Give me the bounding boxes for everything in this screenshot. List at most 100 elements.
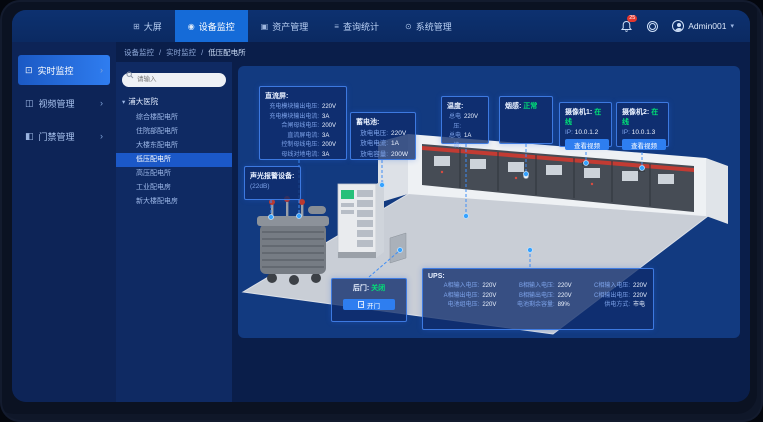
username: Admin001 [688,21,726,31]
panel-title: 后门: 关闭 [337,283,401,293]
breadcrumb-item[interactable]: 实时监控 [166,47,196,58]
sidebar-item-label: 实时监控 [38,64,74,77]
panel-title: 摄像机2: 在线 [622,107,663,127]
dc-cabinet [338,180,384,258]
breadcrumb: 设备监控 / 实时监控 / 低压配电所 [116,42,750,62]
metric-row: 母线对地电流:3A [265,151,341,161]
nav-item-device-monitor[interactable]: ◉ 设备监控 [175,10,248,42]
sidebar-item-label: 视频管理 [39,97,75,110]
panel-back-door: 后门: 关闭 开门 [331,278,407,322]
door-open-icon [358,301,364,308]
tree-item-station[interactable]: 住院部配电所 [122,125,226,139]
metric-row: 电池剩余容量:89% [503,301,572,311]
tree-collapse-icon: ▾ [122,99,125,106]
ip-row: IP: 10.0.1.3 [622,129,663,136]
panel-title: 直流屏: [265,91,341,101]
nav-label: 设备监控 [199,20,235,33]
bigscreen-icon: ⊞ [133,22,140,31]
nav-label: 资产管理 [272,20,308,33]
notification-bell-icon[interactable]: 25 [620,20,633,33]
left-sidebar: ⊡ 实时监控 › ◫ 视频管理 › ◧ 门禁管理 › [12,42,116,402]
device-frame: ⊞ 大屏 ◉ 设备监控 ▣ 资产管理 ≡ 查询统计 ⊙ 系统管理 25 [0,0,763,422]
user-avatar [672,20,684,32]
metric-row: 放电容量:200W [356,150,410,160]
status-badge: 关闭 [371,285,385,292]
open-door-button[interactable]: 开门 [343,299,395,310]
status-badge: 正常 [523,103,537,110]
panel-title: 摄像机1: 在线 [565,107,606,127]
panel-camera-1: 摄像机1: 在线 IP: 10.0.1.2 查看视频 [559,102,612,147]
panel-title: 声光报警设备: [250,171,295,181]
tree-item-station-selected[interactable]: 低压配电所 [116,153,232,167]
metric-row: 直流屏电流:3A [265,132,341,142]
topnav-right: 25 Admin001 ▾ [620,10,750,42]
metric-row: 总电压:220V [447,113,483,132]
metric-row: 供电方式:市电 [579,301,648,311]
panel-sound-light-alarm: 声光报警设备: (22dB) [244,166,301,200]
breadcrumb-item[interactable]: 设备监控 [124,47,154,58]
metric-row: B相输出电压:220V [503,292,572,302]
panel-camera-2: 摄像机2: 在线 IP: 10.0.1.3 查看视频 [616,102,669,147]
metric-row: A相输入电压:220V [428,282,497,292]
station-tree-panel: ▾浦大医院 综合楼配电所 住院部配电所 大楼东配电所 低压配电所 高压配电所 工… [116,62,232,402]
metric-row: 总电流:1A [447,132,483,151]
system-icon: ⊙ [405,22,412,31]
realtime-monitor-icon: ⊡ [25,65,33,76]
metric-row: 合闸母线电压:200V [265,122,341,132]
ups-metrics-grid: A相输入电压:220V B相输入电压:220V C相输入电压:220V A相输出… [428,282,648,311]
nav-label: 大屏 [144,20,162,33]
nav-item-bigscreen[interactable]: ⊞ 大屏 [120,10,175,42]
chevron-right-icon: › [100,131,103,141]
monitoring-stage: 直流屏: 充电模块输出电压:220V 充电模块输出电流:3A 合闸母线电压:20… [238,66,740,338]
monitor-icon: ◉ [188,22,195,31]
nav-item-asset-management[interactable]: ▣ 资产管理 [248,10,322,42]
chevron-down-icon: ▾ [730,22,734,30]
nav-label: 系统管理 [416,20,452,33]
panel-title: 温度: [447,101,483,111]
sidebar-item-realtime-monitor[interactable]: ⊡ 实时监控 › [18,55,110,85]
alarm-value: (22dB) [250,183,295,190]
metric-row: 控制母线电压:200V [265,141,341,151]
sidebar-item-label: 门禁管理 [39,130,75,143]
metric-row: A相输出电压:220V [428,292,497,302]
tree-root-label: 浦大医院 [128,97,158,106]
view-video-button[interactable]: 查看视频 [565,139,609,150]
metric-row: C相输出电压:220V [579,292,648,302]
breadcrumb-separator: / [201,48,203,57]
metric-row: 充电模块输出电流:3A [265,113,341,123]
search-icon [126,71,134,79]
view-video-button[interactable]: 查看视频 [622,139,666,150]
door-access-icon: ◧ [25,131,34,142]
metric-row: 放电电流:1A [356,139,410,149]
user-menu[interactable]: Admin001 ▾ [672,20,734,32]
breadcrumb-item[interactable]: 低压配电所 [208,47,246,58]
panel-dc-screen: 直流屏: 充电模块输出电压:220V 充电模块输出电流:3A 合闸母线电压:20… [259,86,347,160]
panel-ups: UPS: A相输入电压:220V B相输入电压:220V C相输入电压:220V… [422,268,654,330]
tree-item-station[interactable]: 高压配电所 [122,167,226,181]
metric-row: 放电电压:220V [356,129,410,139]
tree-root-node[interactable]: ▾浦大医院 [122,96,226,107]
panel-title: UPS: [428,273,648,280]
sidebar-item-video-management[interactable]: ◫ 视频管理 › [18,88,110,118]
nav-item-query-statistics[interactable]: ≡ 查询统计 [321,10,392,42]
tree-item-station[interactable]: 新大楼配电房 [122,195,226,209]
panel-title: 蓄电池: [356,117,410,127]
breadcrumb-separator: / [159,48,161,57]
settings-ring-icon[interactable] [647,21,658,32]
panel-temperature: 温度: 总电压:220V 总电流:1A [441,96,489,144]
tree-item-station[interactable]: 综合楼配电所 [122,111,226,125]
tree-search-input[interactable] [122,73,226,87]
metric-row: 电池组电压:220V [428,301,497,311]
statistics-icon: ≡ [334,22,339,31]
ip-row: IP: 10.0.1.2 [565,129,606,136]
metric-row: B相输入电压:220V [503,282,572,292]
tree-item-station[interactable]: 大楼东配电所 [122,139,226,153]
chevron-right-icon: › [100,98,103,108]
video-icon: ◫ [25,98,34,109]
panel-smoke-sensor: 烟感: 正常 [499,96,553,144]
nav-label: 查询统计 [343,20,379,33]
app-window: ⊞ 大屏 ◉ 设备监控 ▣ 资产管理 ≡ 查询统计 ⊙ 系统管理 25 [12,10,750,402]
nav-item-system-management[interactable]: ⊙ 系统管理 [392,10,465,42]
sidebar-item-access-control[interactable]: ◧ 门禁管理 › [18,121,110,151]
tree-item-station[interactable]: 工业配电房 [122,181,226,195]
